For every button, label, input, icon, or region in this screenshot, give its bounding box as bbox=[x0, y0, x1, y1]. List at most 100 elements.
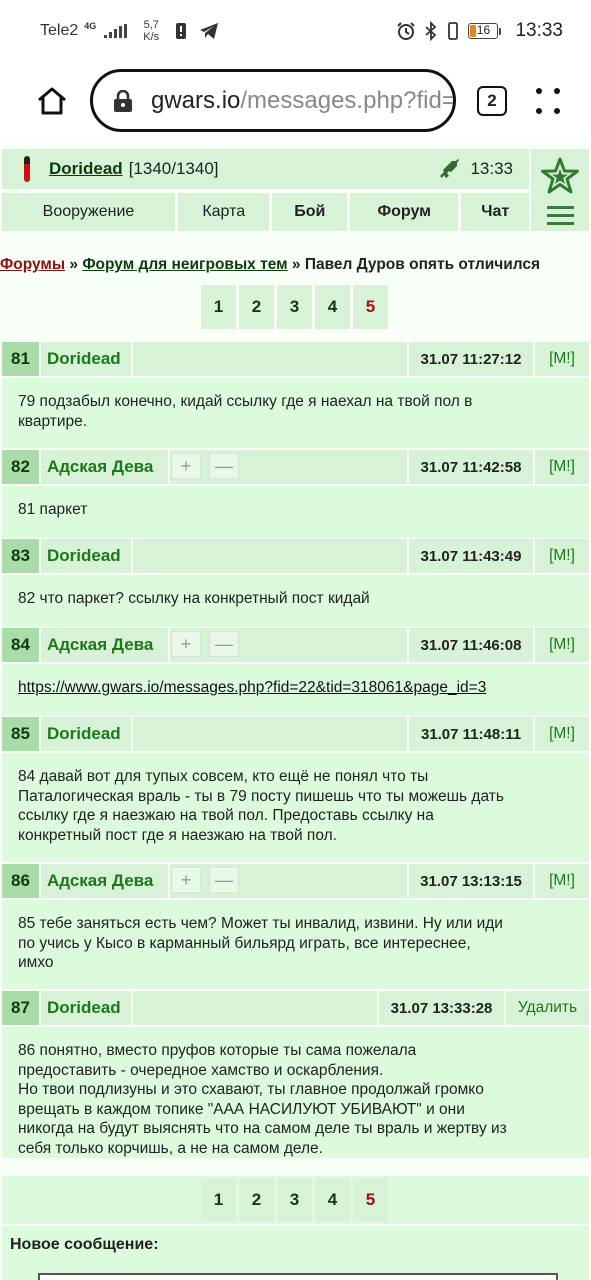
nav-battle[interactable]: Бой bbox=[272, 193, 348, 231]
post-author-link[interactable]: Doridead bbox=[41, 342, 131, 376]
nav-chat[interactable]: Чат bbox=[461, 193, 530, 231]
lock-icon bbox=[114, 89, 132, 112]
address-bar[interactable]: gwars.io/messages.php?fid=2 bbox=[90, 69, 456, 132]
post-number: 82 bbox=[2, 450, 39, 484]
notification-alert-icon bbox=[176, 23, 187, 39]
post-number: 87 bbox=[2, 991, 39, 1025]
health-indicator-icon bbox=[24, 156, 30, 182]
post-header: 81 Doridead 31.07 11:27:12 [M!] bbox=[0, 342, 591, 376]
bluetooth-icon bbox=[425, 21, 437, 41]
post-link[interactable]: https://www.gwars.io/messages.php?fid=22… bbox=[18, 678, 573, 698]
browser-menu-icon[interactable] bbox=[536, 88, 560, 114]
page-link-1[interactable]: 1 bbox=[201, 1178, 236, 1222]
page-current-5: 5 bbox=[353, 1178, 388, 1222]
home-icon[interactable] bbox=[36, 85, 68, 117]
vote-plus-button[interactable]: + bbox=[171, 631, 201, 657]
page-link-3[interactable]: 3 bbox=[277, 285, 312, 329]
player-hp: [1340/1340] bbox=[128, 159, 219, 178]
post-header: 86 Адская Дева + — 31.07 13:13:15 [M!] bbox=[0, 864, 591, 898]
post-body: https://www.gwars.io/messages.php?fid=22… bbox=[2, 664, 589, 716]
vote-plus-button[interactable]: + bbox=[171, 867, 201, 893]
post-body: 84 давай вот для тупых совсем, кто ещё н… bbox=[2, 753, 589, 862]
vibrate-icon bbox=[448, 22, 459, 40]
post-number: 85 bbox=[2, 717, 39, 751]
game-header: Doridead [1340/1340] 13:33 Вооружение Ка… bbox=[0, 147, 591, 234]
post-number: 81 bbox=[2, 342, 39, 376]
post-mod-link[interactable]: [M!] bbox=[535, 864, 589, 898]
page-link-3[interactable]: 3 bbox=[277, 1178, 312, 1222]
message-textarea[interactable] bbox=[38, 1273, 558, 1280]
post-author-link[interactable]: Адская Дева bbox=[41, 864, 168, 898]
post-date: 31.07 11:43:49 bbox=[409, 539, 533, 573]
main-menu-button[interactable] bbox=[531, 149, 589, 231]
post-mod-link[interactable]: [M!] bbox=[535, 342, 589, 376]
browser-toolbar: gwars.io/messages.php?fid=2 2 bbox=[0, 62, 591, 140]
post-date: 31.07 11:42:58 bbox=[409, 450, 533, 484]
post-author-link[interactable]: Адская Дева bbox=[41, 450, 168, 484]
post-number: 84 bbox=[2, 628, 39, 662]
post-date: 31.07 13:13:15 bbox=[409, 864, 533, 898]
post-date: 31.07 11:27:12 bbox=[409, 342, 533, 376]
player-bar: Doridead [1340/1340] 13:33 bbox=[2, 149, 529, 189]
page-link-2[interactable]: 2 bbox=[239, 285, 274, 329]
vote-minus-button[interactable]: — bbox=[209, 453, 239, 479]
vote-plus-button[interactable]: + bbox=[171, 453, 201, 479]
delete-post-button[interactable]: Удалить bbox=[506, 991, 589, 1025]
breadcrumb-separator: » bbox=[287, 256, 305, 273]
vote-minus-button[interactable]: — bbox=[209, 867, 239, 893]
post-body: 81 паркет bbox=[2, 486, 589, 538]
post-header: 84 Адская Дева + — 31.07 11:46:08 [M!] bbox=[0, 628, 591, 662]
post-date: 31.07 11:46:08 bbox=[409, 628, 533, 662]
post-mod-link[interactable]: [M!] bbox=[535, 628, 589, 662]
breadcrumb-forums-link[interactable]: Форумы bbox=[0, 256, 65, 273]
post-body: 82 что паркет? ссылку на конкретный пост… bbox=[2, 575, 589, 627]
post-body: 86 понятно, вместо пруфов которые ты сам… bbox=[2, 1027, 589, 1158]
post-body: 85 тебе заняться есть чем? Может ты инва… bbox=[2, 900, 589, 989]
post-date: 31.07 11:48:11 bbox=[409, 717, 533, 751]
nav-forum[interactable]: Форум bbox=[350, 193, 459, 231]
battery-icon: 16 bbox=[468, 23, 502, 39]
hamburger-icon bbox=[547, 206, 574, 230]
post-date: 31.07 13:33:28 bbox=[379, 991, 504, 1025]
breadcrumb-subforum-link[interactable]: Форум для неигровых тем bbox=[82, 256, 287, 273]
tab-switcher-button[interactable]: 2 bbox=[477, 86, 507, 116]
post-mod-link[interactable]: [M!] bbox=[535, 539, 589, 573]
main-nav: Вооружение Карта Бой Форум Чат bbox=[2, 193, 530, 231]
breadcrumb: Форумы » Форум для неигровых тем » Павел… bbox=[0, 256, 591, 274]
post-mod-link[interactable]: [M!] bbox=[535, 450, 589, 484]
network-type: 4G bbox=[84, 21, 97, 31]
post-author-link[interactable]: Doridead bbox=[41, 539, 131, 573]
game-time: 13:33 bbox=[470, 159, 513, 178]
status-time: 13:33 bbox=[515, 20, 563, 41]
signal-icon bbox=[104, 24, 128, 38]
post-mod-link[interactable]: [M!] bbox=[535, 717, 589, 751]
page-link-4[interactable]: 4 bbox=[315, 1178, 350, 1222]
player-name-link[interactable]: Doridead bbox=[49, 159, 123, 179]
page-link-4[interactable]: 4 bbox=[315, 285, 350, 329]
new-message-section: Новое сообщение: bbox=[2, 1226, 589, 1280]
breadcrumb-separator: » bbox=[65, 256, 83, 273]
post-author-link[interactable]: Адская Дева bbox=[41, 628, 168, 662]
page-link-2[interactable]: 2 bbox=[239, 1178, 274, 1222]
topic-title: Павел Дуров опять отличился bbox=[304, 256, 541, 273]
page-current-5: 5 bbox=[353, 285, 388, 329]
post-author-link[interactable]: Doridead bbox=[41, 991, 131, 1025]
post-header: 87 Doridead 31.07 13:33:28 Удалить bbox=[0, 991, 591, 1025]
alarm-icon bbox=[397, 22, 416, 40]
pagination-bottom: 1 2 3 4 5 bbox=[201, 1178, 390, 1222]
page-link-1[interactable]: 1 bbox=[201, 285, 236, 329]
post-number: 83 bbox=[2, 539, 39, 573]
post-body: 79 подзабыл конечно, кидай ссылку где я … bbox=[2, 378, 589, 448]
nav-armament[interactable]: Вооружение bbox=[2, 193, 175, 231]
vote-minus-button[interactable]: — bbox=[209, 631, 239, 657]
post-header: 83 Doridead 31.07 11:43:49 [M!] bbox=[0, 539, 591, 573]
post-number: 86 bbox=[2, 864, 39, 898]
status-bar: Tele2 4G 5,7 K/s 16 13:33 bbox=[0, 0, 591, 62]
nav-map[interactable]: Карта bbox=[178, 193, 270, 231]
telegram-icon bbox=[200, 23, 219, 39]
url-text: gwars.io/messages.php?fid=2 bbox=[151, 86, 456, 114]
network-speed: 5,7 K/s bbox=[143, 19, 160, 43]
post-header: 85 Doridead 31.07 11:48:11 [M!] bbox=[0, 717, 591, 751]
star-logo-icon bbox=[541, 157, 579, 194]
post-author-link[interactable]: Doridead bbox=[41, 717, 131, 751]
